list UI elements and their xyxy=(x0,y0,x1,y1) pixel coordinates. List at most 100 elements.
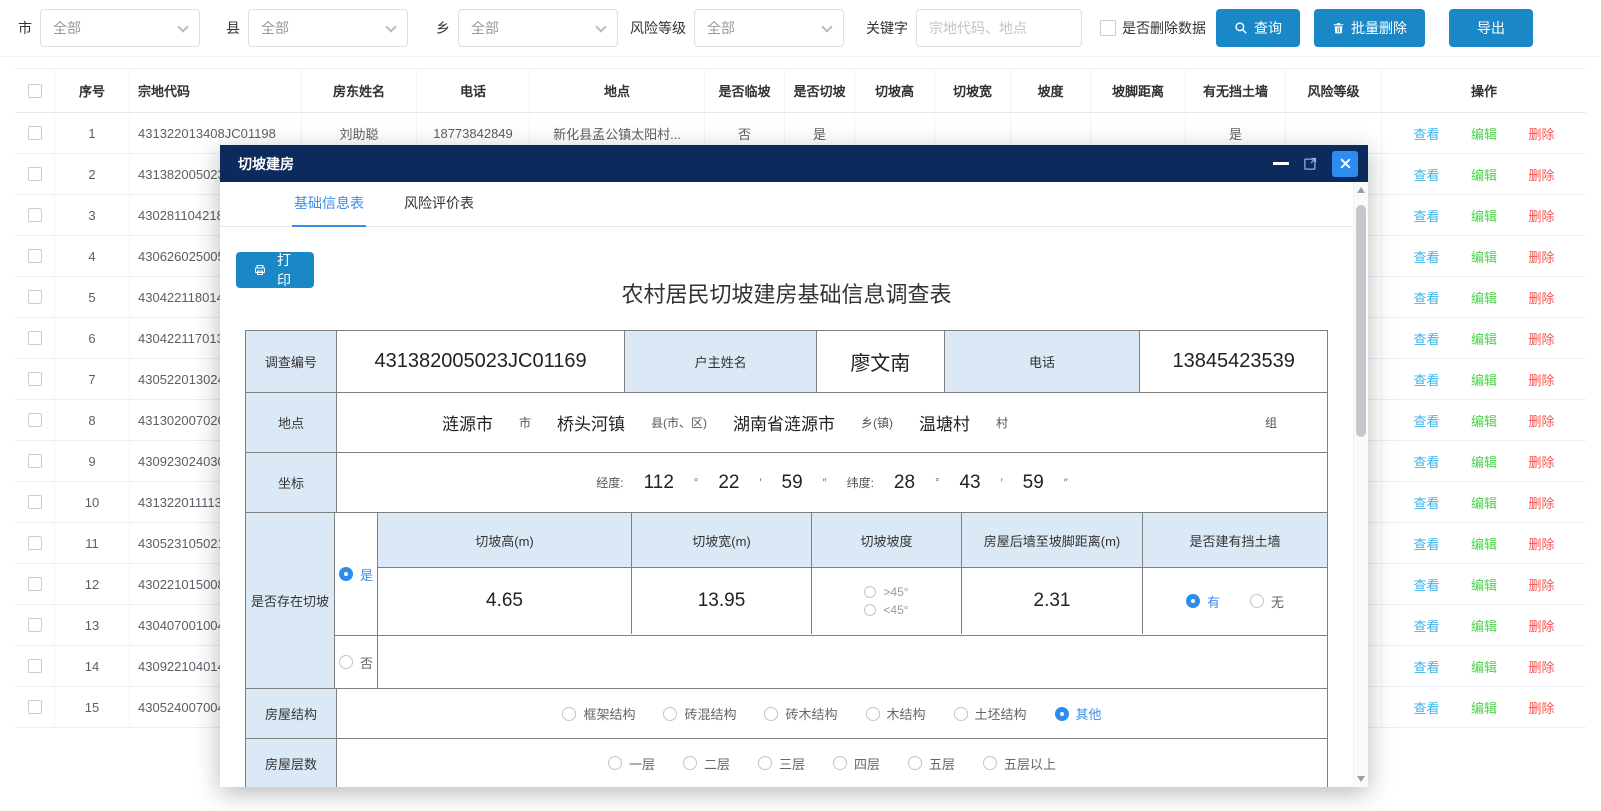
view-link[interactable]: 查看 xyxy=(1413,698,1439,717)
county-select[interactable]: 全部 xyxy=(248,9,408,47)
retaining-wall-option[interactable]: 有 xyxy=(1186,592,1220,611)
edit-link[interactable]: 编辑 xyxy=(1471,370,1497,389)
house-structure-option[interactable]: 土坯结构 xyxy=(954,704,1027,723)
slope-angle-option[interactable]: <45° xyxy=(864,603,908,617)
row-checkbox[interactable] xyxy=(28,331,42,345)
retaining-wall-option[interactable]: 无 xyxy=(1250,592,1284,611)
row-checkbox[interactable] xyxy=(28,290,42,304)
view-link[interactable]: 查看 xyxy=(1413,329,1439,348)
row-checkbox[interactable] xyxy=(28,249,42,263)
edit-link[interactable]: 编辑 xyxy=(1471,247,1497,266)
view-link[interactable]: 查看 xyxy=(1413,165,1439,184)
radio-icon xyxy=(1055,707,1069,721)
view-link[interactable]: 查看 xyxy=(1413,534,1439,553)
row-checkbox[interactable] xyxy=(28,577,42,591)
township-select[interactable]: 全部 xyxy=(458,9,618,47)
edit-link[interactable]: 编辑 xyxy=(1471,206,1497,225)
row-checkbox[interactable] xyxy=(28,618,42,632)
row-checkbox[interactable] xyxy=(28,167,42,181)
view-link[interactable]: 查看 xyxy=(1413,493,1439,512)
view-link[interactable]: 查看 xyxy=(1413,657,1439,676)
delete-link[interactable]: 删除 xyxy=(1528,534,1554,553)
scroll-up-arrow[interactable] xyxy=(1357,187,1365,193)
edit-link[interactable]: 编辑 xyxy=(1471,165,1497,184)
delete-link[interactable]: 删除 xyxy=(1528,124,1554,143)
delete-link[interactable]: 删除 xyxy=(1528,206,1554,225)
edit-link[interactable]: 编辑 xyxy=(1471,493,1497,512)
cut-exists-yes-option[interactable]: 是 xyxy=(339,565,373,584)
house-structure-option[interactable]: 框架结构 xyxy=(562,704,635,723)
house-structure-option[interactable]: 木结构 xyxy=(866,704,926,723)
house-floors-option[interactable]: 五层 xyxy=(908,754,955,773)
view-link[interactable]: 查看 xyxy=(1413,411,1439,430)
row-checkbox[interactable] xyxy=(28,700,42,714)
view-link[interactable]: 查看 xyxy=(1413,575,1439,594)
view-link[interactable]: 查看 xyxy=(1413,247,1439,266)
batch-delete-button[interactable]: 批量删除 xyxy=(1314,9,1425,47)
delete-link[interactable]: 删除 xyxy=(1528,575,1554,594)
cut-exists-no-option[interactable]: 否 xyxy=(339,653,373,672)
house-structure-option[interactable]: 其他 xyxy=(1055,704,1102,723)
city-select[interactable]: 全部 xyxy=(40,9,200,47)
scrollbar-thumb[interactable] xyxy=(1356,205,1366,437)
delete-link[interactable]: 删除 xyxy=(1528,288,1554,307)
house-structure-option[interactable]: 砖混结构 xyxy=(663,704,736,723)
show-deleted-checkbox[interactable] xyxy=(1100,20,1116,36)
tab-basic-info[interactable]: 基础信息表 xyxy=(292,182,366,227)
delete-link[interactable]: 删除 xyxy=(1528,165,1554,184)
house-floors-option[interactable]: 五层以上 xyxy=(983,754,1056,773)
delete-link[interactable]: 删除 xyxy=(1528,698,1554,717)
row-checkbox[interactable] xyxy=(28,126,42,140)
edit-link[interactable]: 编辑 xyxy=(1471,616,1497,635)
edit-link[interactable]: 编辑 xyxy=(1471,575,1497,594)
edit-link[interactable]: 编辑 xyxy=(1471,698,1497,717)
row-checkbox[interactable] xyxy=(28,372,42,386)
row-checkbox[interactable] xyxy=(28,536,42,550)
risk-select[interactable]: 全部 xyxy=(694,9,844,47)
row-actions: 查看 编辑 删除 xyxy=(1382,482,1586,522)
delete-link[interactable]: 删除 xyxy=(1528,616,1554,635)
edit-link[interactable]: 编辑 xyxy=(1471,411,1497,430)
house-structure-option[interactable]: 砖木结构 xyxy=(764,704,837,723)
delete-link[interactable]: 删除 xyxy=(1528,247,1554,266)
view-link[interactable]: 查看 xyxy=(1413,206,1439,225)
delete-link[interactable]: 删除 xyxy=(1528,370,1554,389)
delete-link[interactable]: 删除 xyxy=(1528,452,1554,471)
keyword-input[interactable] xyxy=(916,9,1082,47)
row-checkbox[interactable] xyxy=(28,454,42,468)
house-floors-option[interactable]: 一层 xyxy=(608,754,655,773)
scroll-down-arrow[interactable] xyxy=(1357,776,1365,782)
delete-link[interactable]: 删除 xyxy=(1528,411,1554,430)
edit-link[interactable]: 编辑 xyxy=(1471,452,1497,471)
delete-link[interactable]: 删除 xyxy=(1528,657,1554,676)
query-button[interactable]: 查询 xyxy=(1216,9,1300,47)
delete-link[interactable]: 删除 xyxy=(1528,329,1554,348)
radio-icon xyxy=(1250,594,1264,608)
view-link[interactable]: 查看 xyxy=(1413,370,1439,389)
house-floors-option[interactable]: 三层 xyxy=(758,754,805,773)
edit-link[interactable]: 编辑 xyxy=(1471,329,1497,348)
maximize-icon[interactable] xyxy=(1303,156,1318,171)
row-checkbox[interactable] xyxy=(28,208,42,222)
view-link[interactable]: 查看 xyxy=(1413,124,1439,143)
house-floors-option[interactable]: 四层 xyxy=(833,754,880,773)
slope-angle-option[interactable]: >45° xyxy=(864,585,908,599)
view-link[interactable]: 查看 xyxy=(1413,452,1439,471)
edit-link[interactable]: 编辑 xyxy=(1471,124,1497,143)
row-checkbox[interactable] xyxy=(28,659,42,673)
delete-link[interactable]: 删除 xyxy=(1528,493,1554,512)
select-all-checkbox[interactable] xyxy=(28,84,42,98)
edit-link[interactable]: 编辑 xyxy=(1471,534,1497,553)
edit-link[interactable]: 编辑 xyxy=(1471,288,1497,307)
row-checkbox[interactable] xyxy=(28,495,42,509)
retaining-wall-options: 有无 xyxy=(1143,592,1327,611)
edit-link[interactable]: 编辑 xyxy=(1471,657,1497,676)
export-button[interactable]: 导出 xyxy=(1449,9,1533,47)
house-floors-option[interactable]: 二层 xyxy=(683,754,730,773)
close-button[interactable] xyxy=(1332,151,1358,177)
row-checkbox[interactable] xyxy=(28,413,42,427)
view-link[interactable]: 查看 xyxy=(1413,288,1439,307)
tab-risk-evaluation[interactable]: 风险评价表 xyxy=(402,182,476,227)
view-link[interactable]: 查看 xyxy=(1413,616,1439,635)
minimize-button[interactable] xyxy=(1273,162,1289,165)
